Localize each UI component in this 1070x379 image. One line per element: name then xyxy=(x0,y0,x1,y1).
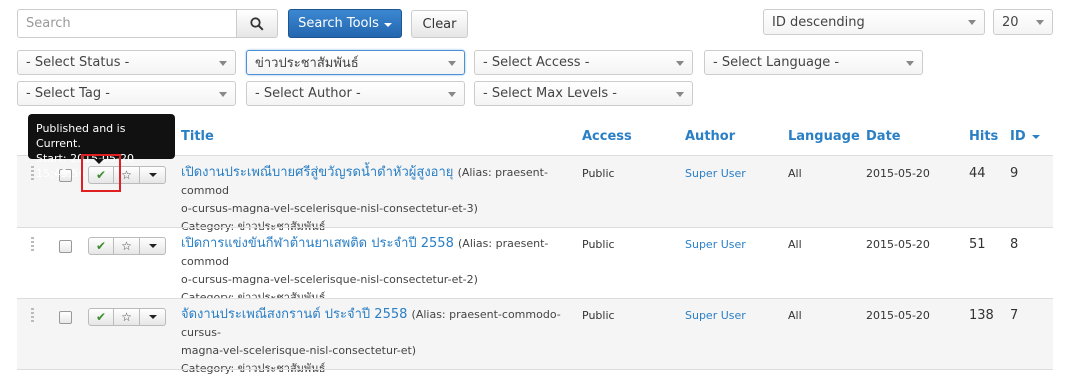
hits-cell: 51 xyxy=(969,237,986,252)
publish-toggle-button[interactable]: ✔ xyxy=(88,308,114,326)
access-filter-value: - Select Access - xyxy=(483,55,590,70)
tooltip-line-status: Published and is Current. xyxy=(36,122,126,150)
article-alias-cont: magna-vel-scelerisque-nisl-consectetur-e… xyxy=(181,344,417,357)
author-link[interactable]: Super User xyxy=(685,238,746,251)
chevron-down-icon xyxy=(448,60,456,66)
search-tools-label: Search Tools xyxy=(298,16,379,31)
date-cell: 2015-05-20 xyxy=(866,167,930,180)
hits-cell: 44 xyxy=(969,166,986,181)
featured-toggle-button[interactable]: ☆ xyxy=(114,237,140,255)
star-icon: ☆ xyxy=(121,239,132,253)
column-header-id-label: ID xyxy=(1010,129,1026,144)
drag-handle-icon[interactable] xyxy=(31,237,35,251)
article-alias-cont: o-cursus-magna-vel-scelerisque-nisl-cons… xyxy=(181,202,478,215)
id-cell: 8 xyxy=(1010,237,1019,252)
actions-dropdown-button[interactable] xyxy=(140,308,166,326)
column-header-access[interactable]: Access xyxy=(582,129,632,144)
category-filter-value: ข่าวประชาสัมพันธ์ xyxy=(255,56,359,71)
drag-handle-icon[interactable] xyxy=(31,166,35,180)
list-limit-value: 20 xyxy=(1002,14,1019,30)
chevron-down-icon xyxy=(676,60,684,66)
row-checkbox[interactable] xyxy=(59,240,72,253)
language-filter-value: - Select Language - xyxy=(713,55,840,70)
author-link[interactable]: Super User xyxy=(685,309,746,322)
caret-down-icon xyxy=(148,244,157,248)
hits-cell: 138 xyxy=(969,308,994,323)
category-filter-select[interactable]: ข่าวประชาสัมพันธ์ xyxy=(246,50,465,75)
search-button[interactable] xyxy=(236,9,278,38)
column-header-id[interactable]: ID xyxy=(1010,129,1040,144)
star-icon: ☆ xyxy=(121,310,132,324)
language-filter-select[interactable]: - Select Language - xyxy=(704,50,923,75)
access-cell: Public xyxy=(582,167,615,180)
author-filter-select[interactable]: - Select Author - xyxy=(246,81,465,106)
column-header-author[interactable]: Author xyxy=(685,129,735,144)
id-cell: 7 xyxy=(1010,308,1019,323)
row-checkbox[interactable] xyxy=(59,311,72,324)
highlight-box xyxy=(81,154,121,192)
chevron-down-icon xyxy=(1036,20,1044,25)
search-icon xyxy=(250,16,264,31)
check-icon: ✔ xyxy=(95,239,107,253)
drag-handle-icon[interactable] xyxy=(31,308,35,322)
access-filter-select[interactable]: - Select Access - xyxy=(474,50,693,75)
column-header-hits[interactable]: Hits xyxy=(969,129,998,144)
row-divider xyxy=(17,369,1053,370)
language-cell: All xyxy=(788,167,802,180)
clear-label: Clear xyxy=(422,16,457,32)
access-cell: Public xyxy=(582,238,615,251)
row-actions: ✔ ☆ xyxy=(88,237,166,255)
article-alias-cont: o-cursus-magna-vel-scelerisque-nisl-cons… xyxy=(181,273,478,286)
status-filter-value: - Select Status - xyxy=(26,55,130,70)
publish-toggle-button[interactable]: ✔ xyxy=(88,237,114,255)
search-input[interactable] xyxy=(17,9,237,38)
chevron-down-icon xyxy=(219,91,227,97)
article-title-link[interactable]: เปิดการแข่งขันกีฬาต้านยาเสพติด ประจำปี 2… xyxy=(181,236,454,251)
chevron-down-icon xyxy=(968,20,976,25)
featured-toggle-button[interactable]: ☆ xyxy=(114,308,140,326)
language-cell: All xyxy=(788,309,802,322)
id-cell: 9 xyxy=(1010,166,1019,181)
article-title-cell: เปิดงานประเพณีบายศรีสู่ขวัญรดน้ำดำหัวผู้… xyxy=(181,164,571,236)
sort-order-select[interactable]: ID descending xyxy=(763,9,985,35)
tag-filter-select[interactable]: - Select Tag - xyxy=(17,81,236,106)
check-icon: ✔ xyxy=(95,310,107,324)
date-cell: 2015-05-20 xyxy=(866,309,930,322)
article-title-cell: เปิดการแข่งขันกีฬาต้านยาเสพติด ประจำปี 2… xyxy=(181,235,571,307)
author-link[interactable]: Super User xyxy=(685,167,746,180)
tag-filter-value: - Select Tag - xyxy=(26,86,110,101)
status-filter-select[interactable]: - Select Status - xyxy=(17,50,236,75)
chevron-down-icon xyxy=(219,60,227,66)
actions-dropdown-button[interactable] xyxy=(140,237,166,255)
sort-order-value: ID descending xyxy=(772,14,865,30)
list-limit-select[interactable]: 20 xyxy=(993,9,1053,35)
language-cell: All xyxy=(788,238,802,251)
column-header-date[interactable]: Date xyxy=(866,129,901,144)
article-title-link[interactable]: เปิดงานประเพณีบายศรีสู่ขวัญรดน้ำดำหัวผู้… xyxy=(181,165,453,180)
article-title-link[interactable]: จัดงานประเพณีสงกรานต์ ประจำปี 2558 xyxy=(181,307,407,322)
author-filter-value: - Select Author - xyxy=(255,86,361,101)
caret-down-icon xyxy=(383,22,392,27)
article-title-cell: จัดงานประเพณีสงกรานต์ ประจำปี 2558 (Alia… xyxy=(181,306,571,378)
clear-button[interactable]: Clear xyxy=(411,10,468,38)
row-actions: ✔ ☆ xyxy=(88,308,166,326)
chevron-down-icon xyxy=(448,91,456,97)
chevron-down-icon xyxy=(906,60,914,66)
column-header-language[interactable]: Language xyxy=(788,129,860,144)
max-levels-filter-select[interactable]: - Select Max Levels - xyxy=(474,81,693,106)
max-levels-filter-value: - Select Max Levels - xyxy=(483,86,617,101)
publish-status-tooltip: Published and is Current. Start: 2015-05… xyxy=(28,114,175,180)
caret-down-icon xyxy=(148,315,157,319)
column-header-title[interactable]: Title xyxy=(181,129,214,144)
chevron-down-icon xyxy=(676,91,684,97)
access-cell: Public xyxy=(582,309,615,322)
search-tools-button[interactable]: Search Tools xyxy=(288,9,402,38)
date-cell: 2015-05-20 xyxy=(866,238,930,251)
sort-desc-icon xyxy=(1031,134,1040,139)
